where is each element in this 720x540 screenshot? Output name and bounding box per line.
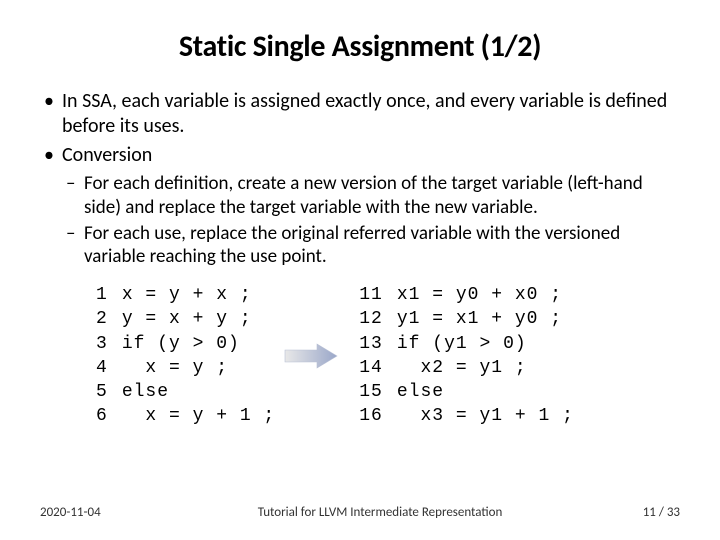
slide-footer: 2020-11-04 Tutorial for LLVM Intermediat… — [0, 505, 720, 520]
page-sep: / — [656, 505, 667, 520]
page-current: 11 — [643, 505, 656, 520]
line-numbers-right: 11 12 13 14 15 16 — [359, 283, 383, 429]
bullet-level1: Conversion — [40, 143, 680, 168]
code-left: 1 2 3 4 5 6 x = y + x ; y = x + y ; if (… — [96, 283, 275, 429]
footer-title: Tutorial for LLVM Intermediate Represent… — [160, 505, 600, 520]
bullet-level1: In SSA, each variable is assigned exactl… — [40, 89, 680, 139]
footer-date: 2020-11-04 — [40, 505, 160, 520]
code-source-left: x = y + x ; y = x + y ; if (y > 0) x = y… — [122, 283, 275, 429]
arrow-right-icon — [281, 341, 341, 371]
line-numbers-left: 1 2 3 4 5 6 — [96, 283, 108, 429]
page-total: 33 — [667, 505, 680, 520]
code-source-right: x1 = y0 + x0 ; y1 = x1 + y0 ; if (y1 > 0… — [397, 283, 574, 429]
bullet-list: In SSA, each variable is assigned exactl… — [40, 89, 680, 269]
bullet-level2: For each definition, create a new versio… — [40, 172, 680, 220]
bullet-level2: For each use, replace the original refer… — [40, 222, 680, 270]
code-comparison: 1 2 3 4 5 6 x = y + x ; y = x + y ; if (… — [40, 283, 680, 429]
footer-page: 11 / 33 — [600, 505, 680, 520]
slide-title: Static Single Assignment (1/2) — [40, 28, 680, 65]
code-right: 11 12 13 14 15 16 x1 = y0 + x0 ; y1 = x1… — [359, 283, 574, 429]
slide: Static Single Assignment (1/2) In SSA, e… — [0, 0, 720, 540]
